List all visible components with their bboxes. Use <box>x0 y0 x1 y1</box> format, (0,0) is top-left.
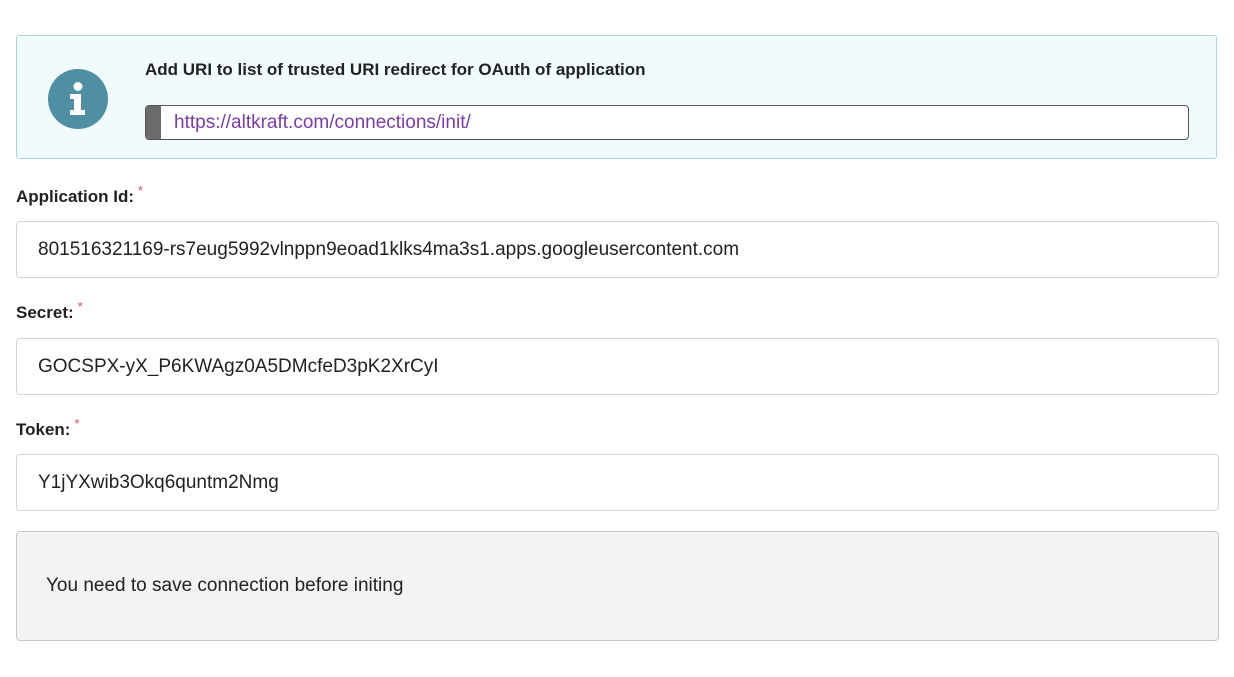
secret-label-text: Secret: <box>16 303 74 322</box>
application-id-input[interactable] <box>16 221 1219 278</box>
required-mark: * <box>138 183 144 198</box>
info-icon <box>48 69 108 129</box>
token-label-text: Token: <box>16 420 71 439</box>
info-banner: Add URI to list of trusted URI redirect … <box>16 35 1217 159</box>
required-mark: * <box>74 416 80 431</box>
trusted-uri-link[interactable]: https://altkraft.com/connections/init/ <box>174 112 471 134</box>
connection-settings-page: Add URI to list of trusted URI redirect … <box>0 0 1234 677</box>
application-id-label: Application Id: * <box>16 183 143 207</box>
token-input[interactable] <box>16 454 1219 511</box>
save-required-notice: You need to save connection before initi… <box>16 531 1219 641</box>
secret-input[interactable] <box>16 338 1219 395</box>
application-id-label-text: Application Id: <box>16 187 135 206</box>
required-mark: * <box>77 299 83 314</box>
notice-text: You need to save connection before initi… <box>46 575 404 596</box>
info-banner-title: Add URI to list of trusted URI redirect … <box>145 60 646 79</box>
trusted-uri-box[interactable]: https://altkraft.com/connections/init/ <box>145 105 1189 140</box>
uri-box-accent-bar <box>146 106 161 139</box>
token-label: Token: * <box>16 416 80 440</box>
secret-label: Secret: * <box>16 299 83 323</box>
